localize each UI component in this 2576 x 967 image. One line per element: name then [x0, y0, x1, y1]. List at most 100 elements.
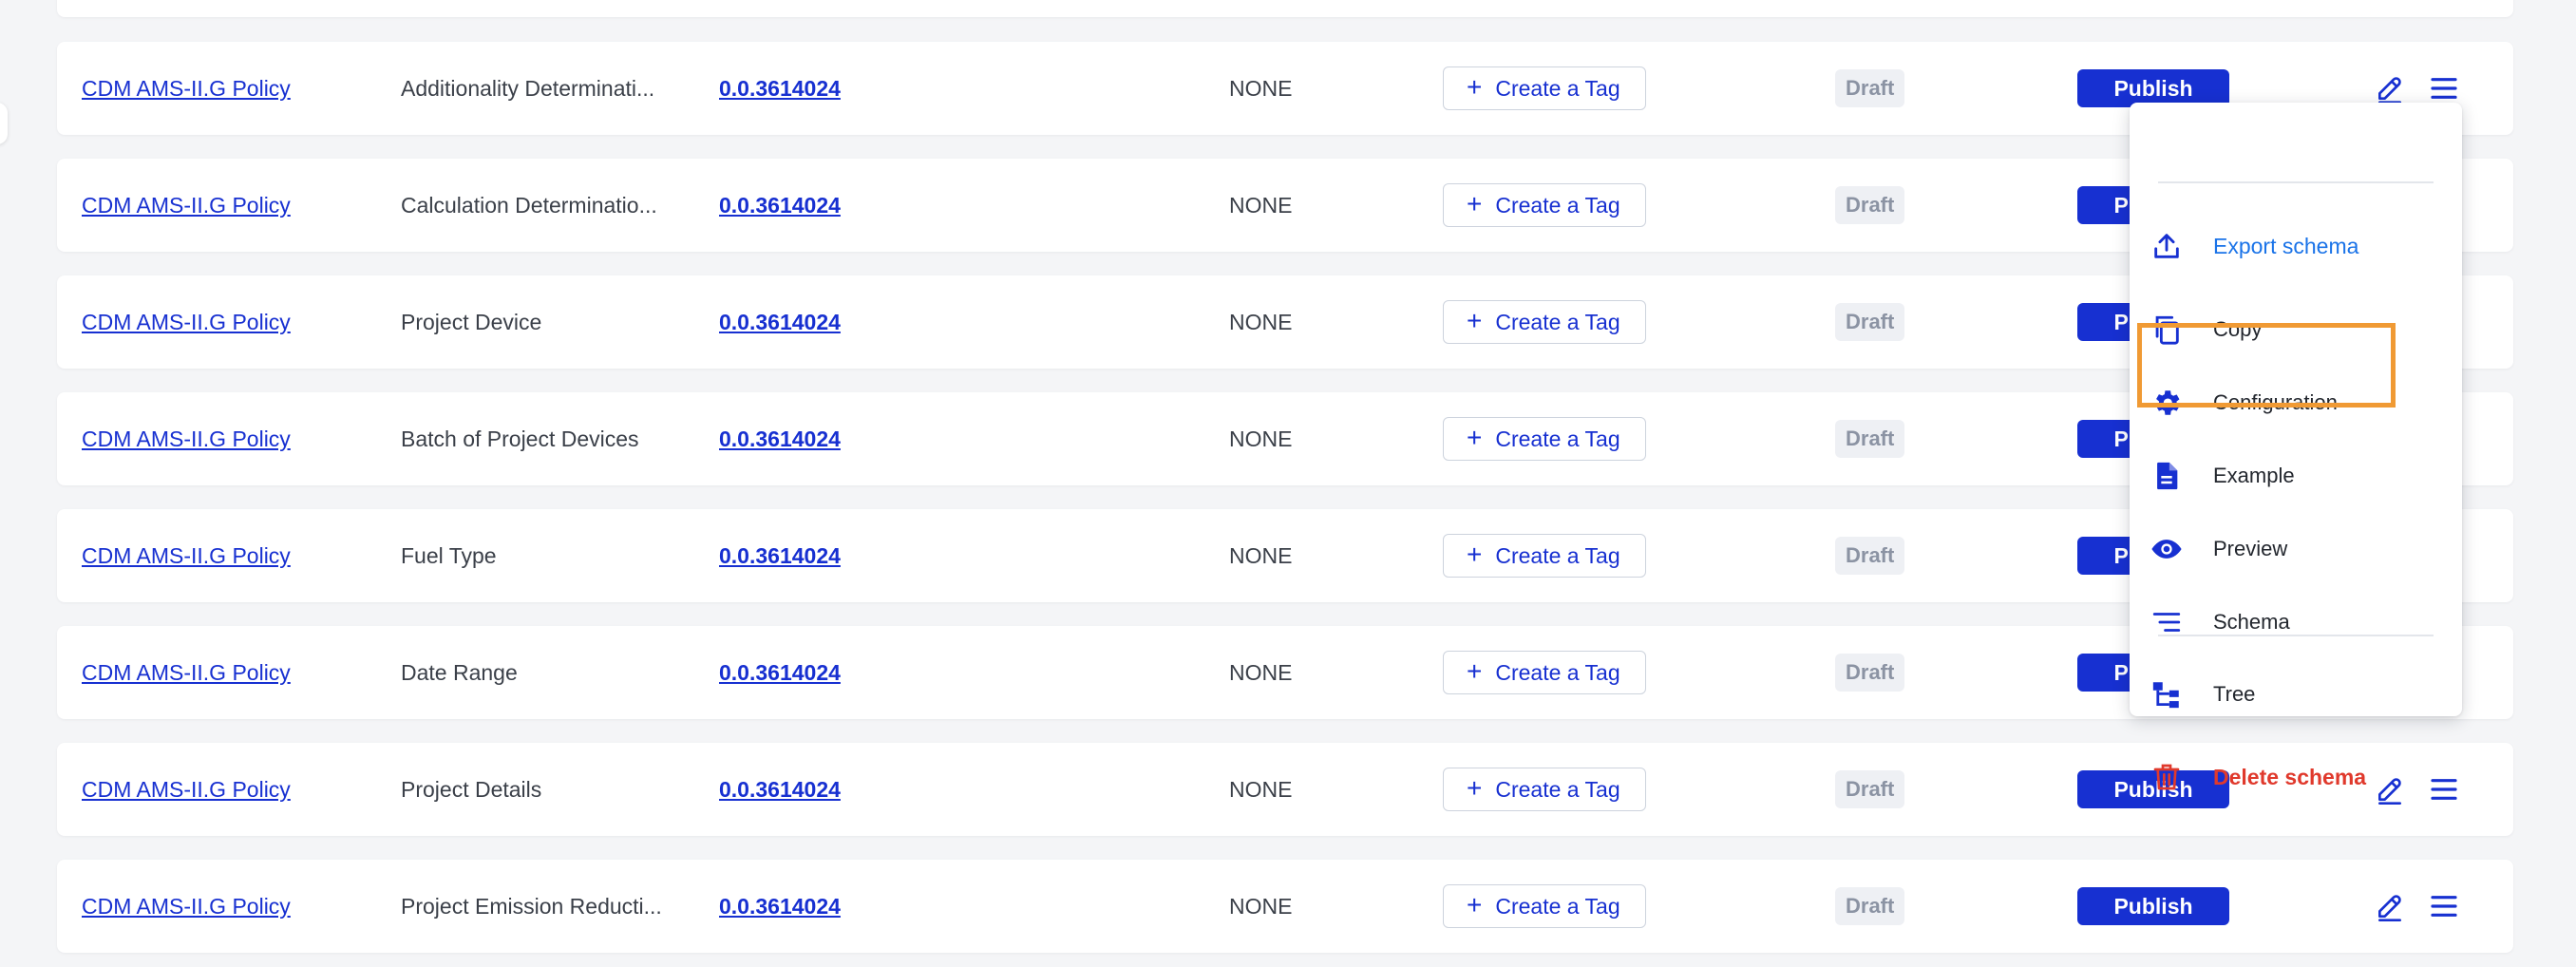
- status-cell: NONE: [1229, 743, 1343, 836]
- status-cell: NONE: [1229, 626, 1343, 719]
- state-cell: Draft: [1835, 42, 1905, 135]
- menu-item-label: Example: [2213, 464, 2295, 487]
- topic-link[interactable]: 0.0.3614024: [719, 310, 841, 335]
- create-tag-button[interactable]: + Create a Tag: [1443, 66, 1646, 110]
- policy-link[interactable]: CDM AMS-II.G Policy: [82, 894, 291, 920]
- status-badge: Draft: [1835, 303, 1905, 341]
- menu-item-label: Configuration: [2213, 390, 2338, 414]
- publish-button[interactable]: Publish: [2077, 69, 2229, 107]
- status-badge: Draft: [1835, 537, 1905, 575]
- status-text: NONE: [1229, 659, 1293, 685]
- plus-icon: +: [1467, 773, 1483, 803]
- menu-item-label: Tree: [2213, 682, 2256, 706]
- schema-name-cell: Date Range: [401, 626, 686, 719]
- policy-link[interactable]: CDM AMS-II.G Policy: [82, 310, 291, 335]
- topic-link[interactable]: 0.0.3614024: [719, 76, 841, 102]
- menu-item-delete-schema[interactable]: Delete schema: [2130, 749, 2462, 806]
- schema-name-cell: Batch of Project Devices: [401, 392, 686, 485]
- pencil-icon[interactable]: [2369, 885, 2411, 927]
- schema-name: Batch of Project Devices: [401, 426, 639, 451]
- tag-cell: + Create a Tag: [1443, 626, 1646, 719]
- status-badge: Draft: [1835, 69, 1905, 107]
- create-tag-button[interactable]: + Create a Tag: [1443, 534, 1646, 578]
- schema-name-cell: Project Device: [401, 275, 686, 369]
- plus-icon: +: [1467, 189, 1483, 218]
- menu-icon[interactable]: [2423, 885, 2465, 927]
- topic-link[interactable]: 0.0.3614024: [719, 894, 841, 920]
- publish-button[interactable]: Publish: [2077, 887, 2229, 925]
- policy-cell: CDM AMS-II.G Policy: [82, 42, 367, 135]
- copy-icon: [2150, 313, 2183, 346]
- tag-cell: + Create a Tag: [1443, 42, 1646, 135]
- schema-name: Date Range: [401, 659, 518, 685]
- topic-link[interactable]: 0.0.3614024: [719, 193, 841, 218]
- menu-item-copy[interactable]: Copy: [2130, 301, 2462, 358]
- schema-name-cell: Project Emission Reducti...: [401, 860, 686, 953]
- status-badge: Draft: [1835, 186, 1905, 224]
- create-tag-label: Create a Tag: [1495, 192, 1620, 218]
- policy-link[interactable]: CDM AMS-II.G Policy: [82, 193, 291, 218]
- policy-link[interactable]: CDM AMS-II.G Policy: [82, 660, 291, 686]
- status-cell: NONE: [1229, 42, 1343, 135]
- plus-icon: +: [1467, 540, 1483, 569]
- gear-icon: [2150, 387, 2183, 419]
- status-text: NONE: [1229, 426, 1293, 451]
- row-actions-menu: Export schema Copy Configuration Example…: [2130, 103, 2462, 790]
- menu-item-label: Export schema: [2213, 233, 2359, 258]
- menu-item-export-schema[interactable]: Export schema: [2130, 218, 2462, 275]
- edit-cell: [2369, 860, 2411, 953]
- topic-cell: 0.0.3614024: [719, 743, 957, 836]
- create-tag-button[interactable]: + Create a Tag: [1443, 417, 1646, 461]
- create-tag-button[interactable]: + Create a Tag: [1443, 768, 1646, 811]
- topic-link[interactable]: 0.0.3614024: [719, 777, 841, 803]
- status-text: NONE: [1229, 893, 1293, 919]
- document-icon: [2150, 460, 2183, 492]
- create-tag-button[interactable]: + Create a Tag: [1443, 300, 1646, 344]
- tag-cell: + Create a Tag: [1443, 159, 1646, 252]
- menu-item-configuration[interactable]: Configuration: [2130, 374, 2462, 431]
- plus-icon: +: [1467, 306, 1483, 335]
- create-tag-label: Create a Tag: [1495, 426, 1620, 451]
- schema-name: Additionality Determinati...: [401, 75, 655, 101]
- upload-icon: [2150, 230, 2183, 262]
- policy-link[interactable]: CDM AMS-II.G Policy: [82, 543, 291, 569]
- policy-cell: CDM AMS-II.G Policy: [82, 743, 367, 836]
- create-tag-button[interactable]: + Create a Tag: [1443, 183, 1646, 227]
- topic-cell: 0.0.3614024: [719, 42, 957, 135]
- menu-item-preview[interactable]: Preview: [2130, 521, 2462, 578]
- topic-link[interactable]: 0.0.3614024: [719, 427, 841, 452]
- create-tag-button[interactable]: + Create a Tag: [1443, 651, 1646, 694]
- state-cell: Draft: [1835, 159, 1905, 252]
- list-lines-icon: [2150, 606, 2183, 638]
- topic-link[interactable]: 0.0.3614024: [719, 543, 841, 569]
- policy-cell: CDM AMS-II.G Policy: [82, 275, 367, 369]
- menu-item-label: Copy: [2213, 317, 2263, 341]
- schema-name: Project Device: [401, 309, 542, 334]
- topic-cell: 0.0.3614024: [719, 275, 957, 369]
- status-text: NONE: [1229, 776, 1293, 802]
- menu-item-example[interactable]: Example: [2130, 447, 2462, 504]
- policy-link[interactable]: CDM AMS-II.G Policy: [82, 76, 291, 102]
- menu-item-tree[interactable]: Tree: [2130, 666, 2462, 723]
- state-cell: Draft: [1835, 860, 1905, 953]
- status-text: NONE: [1229, 75, 1293, 101]
- create-tag-label: Create a Tag: [1495, 893, 1620, 919]
- status-badge: Draft: [1835, 654, 1905, 692]
- menu-cell: [2423, 860, 2465, 953]
- menu-item-schema[interactable]: Schema: [2130, 594, 2462, 651]
- schema-name: Project Emission Reducti...: [401, 893, 662, 919]
- status-cell: NONE: [1229, 392, 1343, 485]
- state-cell: Draft: [1835, 392, 1905, 485]
- side-panel-handle[interactable]: [0, 103, 8, 144]
- menu-divider: [2158, 181, 2434, 183]
- topic-link[interactable]: 0.0.3614024: [719, 660, 841, 686]
- policy-link[interactable]: CDM AMS-II.G Policy: [82, 777, 291, 803]
- topic-cell: 0.0.3614024: [719, 860, 957, 953]
- state-cell: Draft: [1835, 743, 1905, 836]
- status-text: NONE: [1229, 192, 1293, 218]
- status-text: NONE: [1229, 309, 1293, 334]
- menu-item-label: Schema: [2213, 610, 2290, 634]
- policy-link[interactable]: CDM AMS-II.G Policy: [82, 427, 291, 452]
- trash-icon: [2150, 761, 2183, 793]
- create-tag-button[interactable]: + Create a Tag: [1443, 884, 1646, 928]
